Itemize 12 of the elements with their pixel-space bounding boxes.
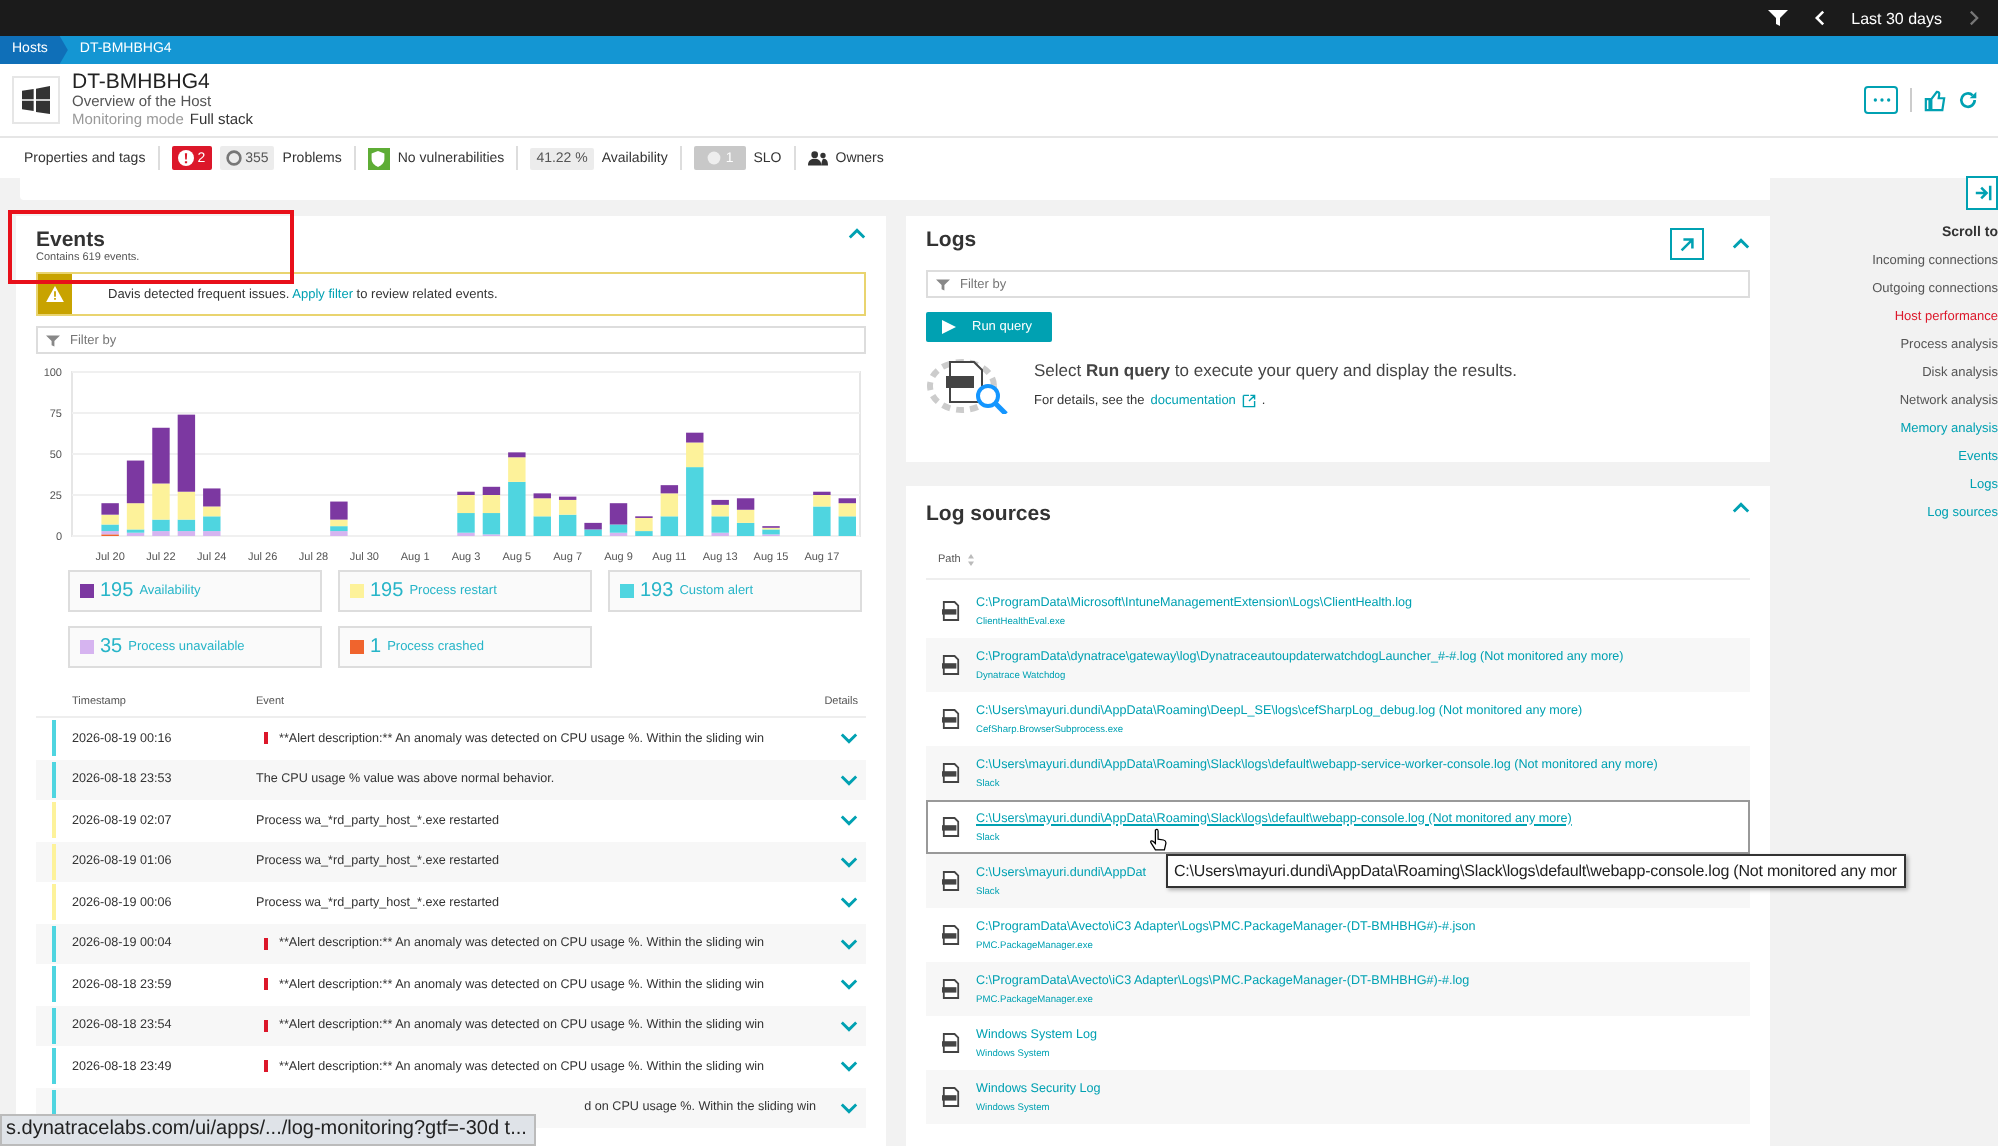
link-preview-tooltip: s.dynatracelabs.com/ui/apps/.../log-monitoring?gtf=-30d t...	[0, 1114, 537, 1146]
log-sources-title: Log sources	[926, 502, 1051, 526]
legend-count: 195	[370, 580, 404, 602]
path-tooltip: C:\Users\mayuri.dundi\AppData\Roaming\Slack\logs\default\webapp-console.log (Not monitored any mor	[1166, 854, 1905, 888]
events-title: Events	[36, 228, 107, 252]
legend-count: 35	[100, 636, 123, 658]
host-title: DT-BMHBHG4	[72, 70, 212, 95]
empty-message: Select Run query to execute your query and display the results.	[1034, 360, 1517, 380]
legend-count: 1	[370, 636, 382, 658]
legend-count: 193	[640, 580, 674, 602]
logs-title: Logs	[926, 228, 977, 252]
legend-count: 195	[100, 580, 134, 602]
